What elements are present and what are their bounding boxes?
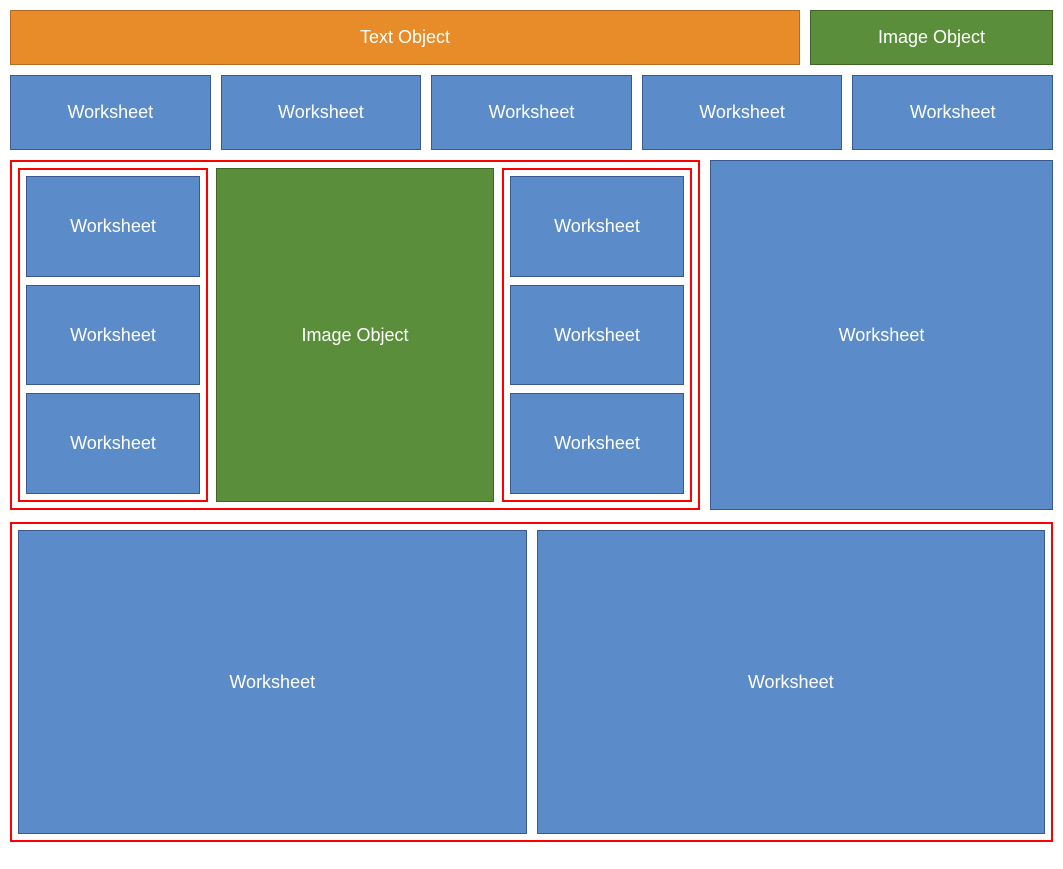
left-stack-worksheet-1: Worksheet xyxy=(26,176,200,277)
text-object-label: Text Object xyxy=(360,27,450,48)
left-stack-worksheet-3: Worksheet xyxy=(26,393,200,494)
nav-worksheet-5: Worksheet xyxy=(852,75,1053,150)
worksheet-label: Worksheet xyxy=(554,433,640,454)
image-object-header-label: Image Object xyxy=(878,27,985,48)
right-stack-worksheet-3: Worksheet xyxy=(510,393,684,494)
bottom-worksheet-right: Worksheet xyxy=(537,530,1046,834)
nav-row: Worksheet Worksheet Worksheet Worksheet … xyxy=(10,75,1053,150)
worksheet-label: Worksheet xyxy=(229,672,315,693)
bottom-worksheet-left: Worksheet xyxy=(18,530,527,834)
text-object: Text Object xyxy=(10,10,800,65)
content-container: Worksheet Worksheet Worksheet Image Obje… xyxy=(10,160,700,510)
worksheet-label: Worksheet xyxy=(554,325,640,346)
worksheet-label: Worksheet xyxy=(554,216,640,237)
right-stack-worksheet-1: Worksheet xyxy=(510,176,684,277)
worksheet-label: Worksheet xyxy=(70,325,156,346)
big-worksheet-label: Worksheet xyxy=(839,325,925,346)
nav-worksheet-4: Worksheet xyxy=(642,75,843,150)
right-stack-worksheet-2: Worksheet xyxy=(510,285,684,386)
image-object-center: Image Object xyxy=(216,168,494,502)
nav-worksheet-1: Worksheet xyxy=(10,75,211,150)
nav-worksheet-label: Worksheet xyxy=(67,102,153,123)
content-row: Worksheet Worksheet Worksheet Image Obje… xyxy=(10,160,1053,510)
image-object-center-label: Image Object xyxy=(301,325,408,346)
bottom-container: Worksheet Worksheet xyxy=(10,522,1053,842)
nav-worksheet-label: Worksheet xyxy=(489,102,575,123)
right-stack-container: Worksheet Worksheet Worksheet xyxy=(502,168,692,502)
worksheet-label: Worksheet xyxy=(70,216,156,237)
nav-worksheet-label: Worksheet xyxy=(699,102,785,123)
nav-worksheet-2: Worksheet xyxy=(221,75,422,150)
left-stack-container: Worksheet Worksheet Worksheet xyxy=(18,168,208,502)
nav-worksheet-3: Worksheet xyxy=(431,75,632,150)
worksheet-label: Worksheet xyxy=(748,672,834,693)
left-stack-worksheet-2: Worksheet xyxy=(26,285,200,386)
worksheet-label: Worksheet xyxy=(70,433,156,454)
nav-worksheet-label: Worksheet xyxy=(910,102,996,123)
header-row: Text Object Image Object xyxy=(10,10,1053,65)
big-worksheet: Worksheet xyxy=(710,160,1053,510)
nav-worksheet-label: Worksheet xyxy=(278,102,364,123)
image-object-header: Image Object xyxy=(810,10,1053,65)
